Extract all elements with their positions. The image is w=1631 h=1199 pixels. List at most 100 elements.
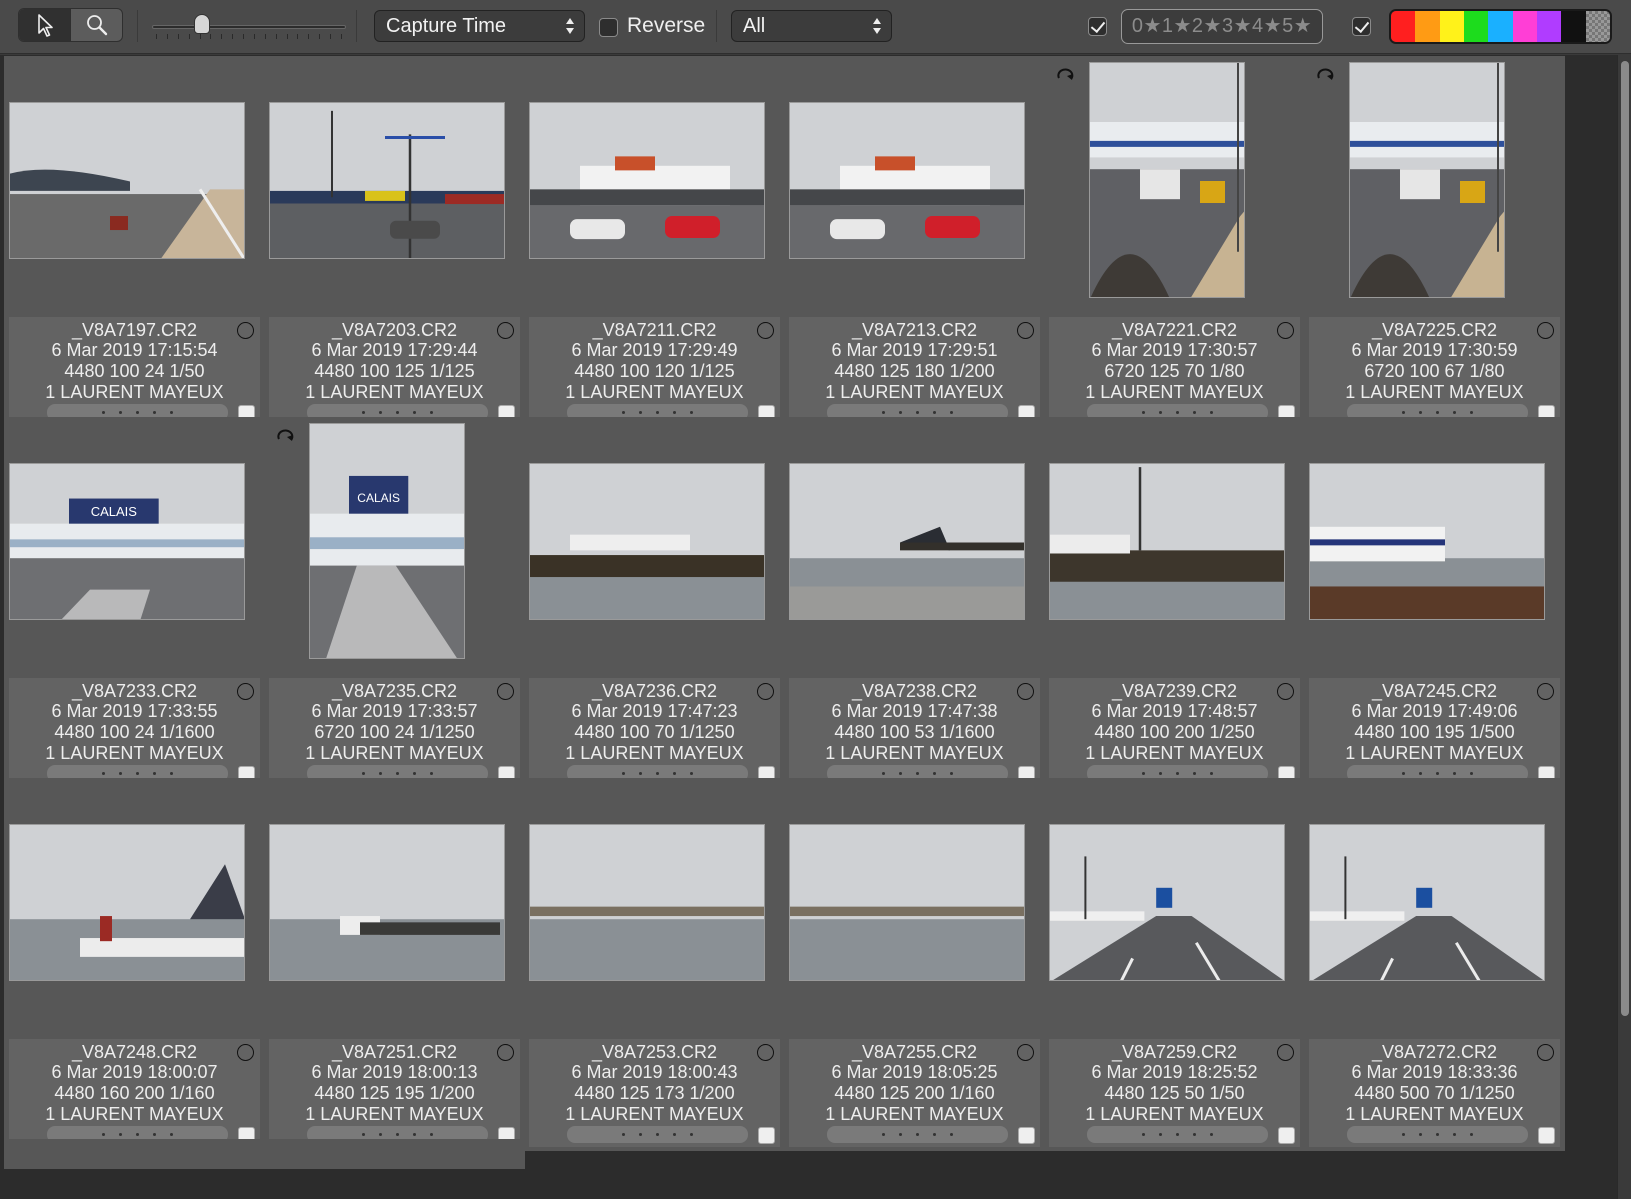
thumbnail-size-slider[interactable] (152, 12, 346, 40)
photo-thumbnail[interactable] (9, 824, 245, 981)
vertical-scrollbar[interactable] (1617, 55, 1631, 1199)
color-swatch-green[interactable] (1463, 11, 1489, 42)
photo-thumbnail[interactable] (1309, 824, 1545, 981)
photo-thumbnail[interactable] (529, 824, 765, 981)
star-rating-bar[interactable] (1347, 1126, 1528, 1143)
color-swatch-orange[interactable] (1415, 11, 1440, 42)
photo-cell[interactable]: _V8A7255.CR2 6 Mar 2019 18:05:25 4480 125 … (784, 778, 1045, 1151)
photo-thumbnail[interactable] (1089, 62, 1245, 298)
thumbnail-area[interactable]: CALAIS (264, 417, 525, 676)
zoom-tool-button[interactable] (70, 9, 122, 41)
photo-thumbnail[interactable] (529, 102, 765, 259)
color-swatch-purple[interactable] (1536, 11, 1562, 42)
photo-metadata: _V8A7225.CR2 6 Mar 2019 17:30:59 6720 100 … (1309, 317, 1560, 425)
photo-cell[interactable]: _V8A7238.CR2 6 Mar 2019 17:47:38 4480 100 … (784, 417, 1045, 790)
photo-cell[interactable]: _V8A7239.CR2 6 Mar 2019 17:48:57 4480 100 … (1044, 417, 1305, 790)
rating-filter[interactable]: 0★1★2★3★4★5★ (1121, 9, 1323, 44)
rating-filter-checkbox[interactable] (1088, 17, 1107, 36)
star-rating-bar[interactable] (827, 1126, 1008, 1143)
photo-cell[interactable]: CALAIS _V8A7233.CR2 6 Mar 2019 17:33:55 448… (4, 417, 265, 790)
scrollbar-thumb[interactable] (1621, 61, 1629, 1016)
select-checkbox[interactable] (1538, 1127, 1555, 1144)
thumbnail-area[interactable] (784, 778, 1045, 1037)
photo-metadata: _V8A7211.CR2 6 Mar 2019 17:29:49 4480 100 … (529, 317, 780, 425)
thumbnail-area[interactable] (524, 417, 785, 676)
photo-thumbnail[interactable] (1309, 463, 1545, 620)
thumbnail-area[interactable] (524, 778, 785, 1037)
filter-dropdown[interactable]: All (731, 10, 892, 42)
photo-thumbnail[interactable] (529, 463, 765, 620)
photo-cell[interactable]: _V8A7221.CR2 6 Mar 2019 17:30:57 6720 125 … (1044, 56, 1305, 429)
photo-cell[interactable]: _V8A7272.CR2 6 Mar 2019 18:33:36 4480 500 … (1304, 778, 1565, 1151)
photo-owner: 1 LAURENT MAYEUX (1345, 1104, 1524, 1124)
thumbnail-area[interactable] (1044, 778, 1305, 1037)
photo-thumbnail[interactable] (1049, 824, 1285, 981)
select-checkbox[interactable] (1278, 1127, 1295, 1144)
photo-filename: _V8A7255.CR2 (851, 1042, 978, 1062)
photo-cell[interactable]: _V8A7253.CR2 6 Mar 2019 18:00:43 4480 125 … (524, 778, 785, 1151)
photo-cell[interactable]: _V8A7225.CR2 6 Mar 2019 17:30:59 6720 100 … (1304, 56, 1565, 429)
photo-thumbnail[interactable]: CALAIS (9, 463, 245, 620)
photo-thumbnail[interactable] (9, 102, 245, 259)
photo-thumbnail[interactable] (789, 102, 1025, 259)
photo-cell[interactable]: _V8A7245.CR2 6 Mar 2019 17:49:06 4480 100 … (1304, 417, 1565, 790)
photo-exif: 4480 125 180 1/200 (834, 361, 995, 381)
photo-exif: 4480 100 125 1/125 (314, 361, 475, 381)
thumbnail-area[interactable] (1304, 417, 1565, 676)
thumbnail-area[interactable] (784, 56, 1045, 315)
photo-cell[interactable] (264, 1139, 525, 1169)
photo-filename: _V8A7203.CR2 (331, 320, 458, 340)
photo-cell[interactable]: _V8A7251.CR2 6 Mar 2019 18:00:13 4480 125 … (264, 778, 525, 1151)
photo-owner: 1 LAURENT MAYEUX (825, 382, 1004, 402)
color-swatch-black[interactable] (1561, 11, 1586, 42)
star-rating-bar[interactable] (1087, 1126, 1268, 1143)
photo-thumbnail[interactable] (1049, 463, 1285, 620)
photo-cell[interactable]: _V8A7197.CR2 6 Mar 2019 17:15:54 4480 100 … (4, 56, 265, 429)
select-tool-button[interactable] (19, 9, 70, 41)
thumbnail-area[interactable] (4, 56, 265, 315)
photo-exif: 4480 125 173 1/200 (574, 1083, 735, 1103)
photo-thumbnail[interactable] (789, 463, 1025, 620)
select-checkbox[interactable] (758, 1127, 775, 1144)
color-swatch-red[interactable] (1391, 11, 1416, 42)
thumbnail-area[interactable] (1304, 778, 1565, 1037)
photo-filename: _V8A7236.CR2 (591, 681, 718, 701)
thumbnail-area[interactable] (1304, 56, 1565, 315)
reverse-checkbox[interactable] (599, 18, 618, 37)
photo-cell[interactable]: _V8A7211.CR2 6 Mar 2019 17:29:49 4480 100 … (524, 56, 785, 429)
photo-thumbnail[interactable] (1349, 62, 1505, 298)
slider-knob[interactable] (194, 14, 211, 34)
photo-cell[interactable]: CALAIS _V8A7235.CR2 6 Mar 2019 17:33:57 672… (264, 417, 525, 790)
photo-thumbnail[interactable] (269, 102, 505, 259)
color-swatch-blue[interactable] (1488, 11, 1513, 42)
photo-cell[interactable] (4, 1139, 265, 1169)
sort-by-dropdown[interactable]: Capture Time (374, 10, 585, 42)
photo-cell[interactable]: _V8A7248.CR2 6 Mar 2019 18:00:07 4480 160 … (4, 778, 265, 1151)
photo-capture-date: 6 Mar 2019 18:00:07 (51, 1062, 218, 1082)
thumbnail-area[interactable] (524, 56, 785, 315)
color-swatch-magenta[interactable] (1512, 11, 1537, 42)
thumbnail-area[interactable] (264, 778, 525, 1037)
color-filter-checkbox[interactable] (1352, 17, 1371, 36)
star-rating-bar[interactable] (567, 1126, 748, 1143)
photo-thumbnail[interactable]: CALAIS (309, 423, 465, 659)
thumbnail-area[interactable]: CALAIS (4, 417, 265, 676)
photo-cell[interactable]: _V8A7236.CR2 6 Mar 2019 17:47:23 4480 100 … (524, 417, 785, 790)
color-swatch-none[interactable] (1585, 11, 1610, 42)
rotate-badge-icon (277, 429, 294, 441)
photo-cell[interactable]: _V8A7213.CR2 6 Mar 2019 17:29:51 4480 125 … (784, 56, 1045, 429)
select-checkbox[interactable] (1018, 1127, 1035, 1144)
photo-thumbnail[interactable] (269, 824, 505, 981)
photo-capture-date: 6 Mar 2019 17:33:55 (51, 701, 218, 721)
browser-toolbar: Capture Time Reverse All 0★1★2★3★4★5★ (0, 0, 1631, 54)
photo-cell[interactable]: _V8A7203.CR2 6 Mar 2019 17:29:44 4480 100 … (264, 56, 525, 429)
photo-cell[interactable]: _V8A7259.CR2 6 Mar 2019 18:25:52 4480 125 … (1044, 778, 1305, 1151)
thumbnail-area[interactable] (784, 417, 1045, 676)
photo-exif: 4480 100 53 1/1600 (834, 722, 995, 742)
thumbnail-area[interactable] (4, 778, 265, 1037)
thumbnail-area[interactable] (1044, 417, 1305, 676)
photo-thumbnail[interactable] (789, 824, 1025, 981)
color-swatch-yellow[interactable] (1439, 11, 1464, 42)
thumbnail-area[interactable] (264, 56, 525, 315)
thumbnail-area[interactable] (1044, 56, 1305, 315)
